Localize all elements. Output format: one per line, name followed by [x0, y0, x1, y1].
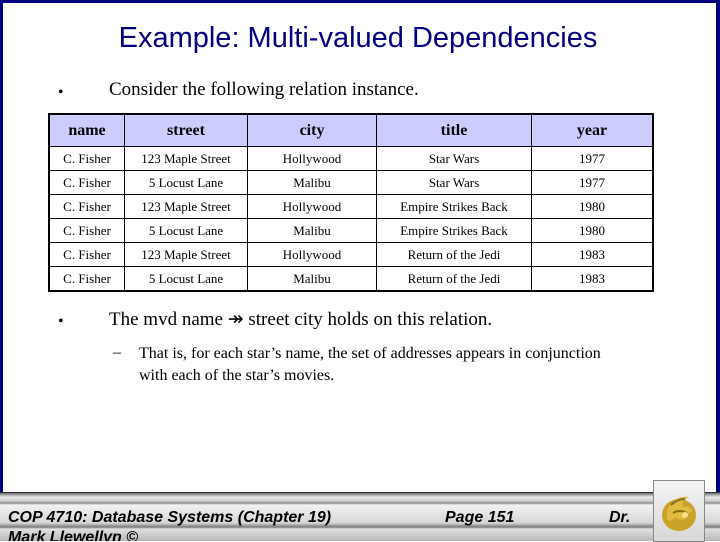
table-cell: 1977	[531, 170, 654, 195]
slide-title: Example: Multi-valued Dependencies	[118, 22, 598, 54]
table-row: C. Fisher 123 Maple Street Hollywood Ret…	[48, 242, 654, 267]
table-cell: Hollywood	[247, 194, 377, 219]
table-cell: Hollywood	[247, 146, 377, 171]
table-cell: Empire Strikes Back	[376, 218, 532, 243]
table-cell: Malibu	[247, 170, 377, 195]
sub-bullet-line-2: with each of the star’s movies.	[139, 367, 335, 384]
mvd-statement: The mvd name ↠ street city holds on this…	[109, 309, 493, 330]
footer-bar: COP 4710: Database Systems (Chapter 19) …	[0, 492, 720, 541]
table-cell: 5 Locust Lane	[124, 218, 248, 243]
bullet-marker: •	[58, 84, 64, 101]
table-cell: 1977	[531, 146, 654, 171]
table-cell: C. Fisher	[48, 242, 125, 267]
column-header: street	[124, 113, 248, 147]
column-header: name	[48, 113, 125, 147]
table-cell: Star Wars	[376, 170, 532, 195]
table-cell: 123 Maple Street	[124, 146, 248, 171]
table-cell: Hollywood	[247, 242, 377, 267]
table-cell: 123 Maple Street	[124, 242, 248, 267]
table-row: C. Fisher 5 Locust Lane Malibu Empire St…	[48, 218, 654, 243]
table-cell: 1983	[531, 266, 654, 292]
column-header: year	[531, 113, 654, 147]
table-cell: Return of the Jedi	[376, 266, 532, 292]
column-header: title	[376, 113, 532, 147]
sub-bullet-line-1: That is, for each star’s name, the set o…	[139, 345, 601, 362]
pegasus-icon	[662, 496, 696, 531]
table-cell: C. Fisher	[48, 146, 125, 171]
table-row: C. Fisher 123 Maple Street Hollywood Sta…	[48, 146, 654, 171]
table-cell: C. Fisher	[48, 218, 125, 243]
table-cell: C. Fisher	[48, 170, 125, 195]
table-cell: Malibu	[247, 266, 377, 292]
table-cell: 123 Maple Street	[124, 194, 248, 219]
table-cell: 1980	[531, 218, 654, 243]
table-cell: Return of the Jedi	[376, 242, 532, 267]
relation-table: name street city title year C. Fisher 12…	[48, 113, 654, 292]
table-cell: 5 Locust Lane	[124, 266, 248, 292]
table-cell: Empire Strikes Back	[376, 194, 532, 219]
footer-course: COP 4710: Database Systems (Chapter 19)	[8, 509, 332, 526]
table-cell: Malibu	[247, 218, 377, 243]
ucf-pegasus-logo	[653, 480, 705, 542]
column-header: city	[247, 113, 377, 147]
sub-bullet-marker: –	[113, 344, 121, 361]
bullet-text: Consider the following relation instance…	[109, 79, 419, 100]
footer-author: Dr.	[609, 509, 631, 526]
footer-page-number: Page 151	[445, 509, 515, 526]
table-header-row: name street city title year	[48, 113, 654, 147]
footer-author-overflow: Mark Llewellyn ©	[8, 529, 139, 541]
table-cell: 1980	[531, 194, 654, 219]
table-cell: 1983	[531, 242, 654, 267]
table-row: C. Fisher 5 Locust Lane Malibu Return of…	[48, 266, 654, 292]
bullet-marker: •	[58, 313, 64, 330]
table-cell: Star Wars	[376, 146, 532, 171]
table-cell: 5 Locust Lane	[124, 170, 248, 195]
table-cell: C. Fisher	[48, 194, 125, 219]
table-cell: C. Fisher	[48, 266, 125, 292]
table-row: C. Fisher 123 Maple Street Hollywood Emp…	[48, 194, 654, 219]
table-row: C. Fisher 5 Locust Lane Malibu Star Wars…	[48, 170, 654, 195]
